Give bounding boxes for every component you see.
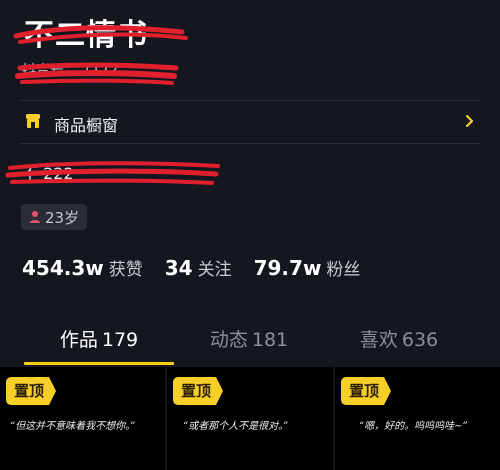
stat-following[interactable]: 34 关注 <box>165 255 232 280</box>
stat-likes[interactable]: 454.3w 获赞 <box>22 255 143 280</box>
stats-row: 454.3w 获赞 34 关注 79.7w 粉丝 <box>22 255 382 280</box>
tab-activity[interactable]: 动态 181 <box>174 318 324 366</box>
chevron-right-icon <box>465 114 474 128</box>
tab-likes[interactable]: 喜欢 636 <box>324 318 474 366</box>
video-caption: “或者那个人不是很对。” <box>183 421 289 432</box>
video-grid: 置顶 “但这并不意味着我不想你。” 置顶 “或者那个人不是很对。” 置顶 “嗯，… <box>0 367 500 470</box>
stat-followers[interactable]: 79.7w 粉丝 <box>254 255 361 280</box>
bio-text: 不 222 <box>22 164 74 183</box>
tab-works-label: 作品 <box>59 329 98 351</box>
tab-activity-count: 181 <box>251 329 289 351</box>
stat-likes-value: 454.3w <box>22 256 104 280</box>
stat-likes-label: 获赞 <box>108 260 143 280</box>
tab-likes-label: 喜欢 <box>359 329 398 351</box>
video-thumbnail[interactable]: 置顶 “嗯，好的。呜呜呜哇~” <box>335 367 500 470</box>
divider-bottom <box>20 143 480 144</box>
shop-window-row[interactable]: 商品橱窗 <box>0 101 500 143</box>
profile-name: 不二情书 <box>24 18 148 53</box>
tab-activity-label: 动态 <box>209 329 248 351</box>
tab-works[interactable]: 作品 179 <box>24 318 174 366</box>
video-caption: “嗯，好的。呜呜呜哇~” <box>359 421 468 432</box>
douyin-id: 抖音号： 1172 <box>22 63 119 79</box>
stat-followers-label: 粉丝 <box>326 260 361 280</box>
stat-following-value: 34 <box>164 256 193 280</box>
tab-likes-count: 636 <box>401 329 439 351</box>
pinned-badge: 置顶 <box>6 377 57 405</box>
age-label: 23岁 <box>45 208 80 227</box>
pinned-badge: 置顶 <box>173 377 224 405</box>
person-icon <box>30 211 40 223</box>
age-badge: 23岁 <box>21 204 88 230</box>
active-tab-indicator <box>24 362 174 365</box>
tab-works-count: 179 <box>101 329 139 351</box>
video-caption: “但这并不意味着我不想你。” <box>10 421 136 432</box>
stat-followers-value: 79.7w <box>253 256 322 280</box>
video-thumbnail[interactable]: 置顶 “或者那个人不是很对。” <box>167 367 333 470</box>
video-thumbnail[interactable]: 置顶 “但这并不意味着我不想你。” <box>0 367 165 470</box>
shop-window-label: 商品橱窗 <box>54 116 119 135</box>
content-tabs: 作品 179 动态 181 喜欢 636 <box>0 318 500 366</box>
profile-page: 不二情书 抖音号： 1172 商品橱窗 不 222 23岁 454.3w 获赞 … <box>0 0 500 470</box>
pinned-badge: 置顶 <box>341 377 392 405</box>
storefront-icon <box>26 114 40 128</box>
stat-following-label: 关注 <box>197 260 232 280</box>
